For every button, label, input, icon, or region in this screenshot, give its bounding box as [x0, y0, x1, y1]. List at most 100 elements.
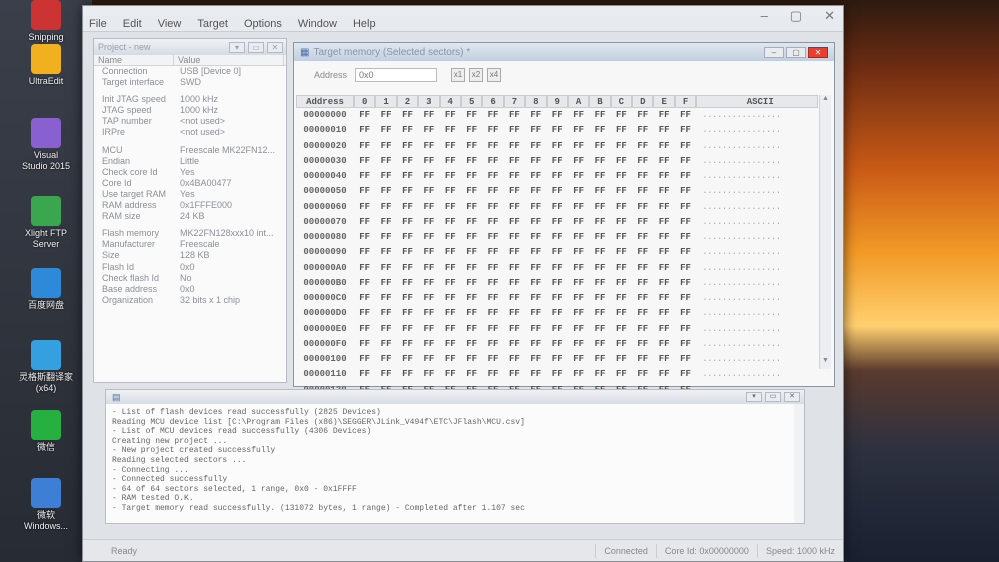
- memory-row[interactable]: 000000D0 FF FF FF FF FF FF FF FF FF FF FF FF FF FF FF FF…: [296, 306, 818, 321]
- memory-byte[interactable]: FF: [589, 154, 610, 169]
- view-byte-icon[interactable]: x1: [451, 68, 466, 82]
- memory-byte[interactable]: FF: [354, 367, 375, 382]
- memory-byte[interactable]: FF: [354, 184, 375, 199]
- memory-byte[interactable]: FF: [440, 306, 461, 321]
- memory-byte[interactable]: FF: [461, 291, 482, 306]
- memory-byte[interactable]: FF: [547, 261, 568, 276]
- menu-help[interactable]: Help: [353, 18, 376, 30]
- memory-byte[interactable]: FF: [568, 230, 589, 245]
- memory-byte[interactable]: FF: [461, 139, 482, 154]
- memory-byte[interactable]: FF: [375, 108, 396, 123]
- memory-byte[interactable]: FF: [653, 276, 674, 291]
- memory-byte[interactable]: FF: [632, 367, 653, 382]
- memory-byte[interactable]: FF: [418, 367, 439, 382]
- memory-byte[interactable]: FF: [504, 276, 525, 291]
- memory-byte[interactable]: FF: [397, 322, 418, 337]
- memory-byte[interactable]: FF: [418, 306, 439, 321]
- memory-byte[interactable]: FF: [632, 169, 653, 184]
- memory-byte[interactable]: FF: [354, 200, 375, 215]
- memory-byte[interactable]: FF: [611, 261, 632, 276]
- memory-byte[interactable]: FF: [547, 337, 568, 352]
- memory-byte[interactable]: FF: [482, 169, 503, 184]
- memory-byte[interactable]: FF: [461, 276, 482, 291]
- memory-byte[interactable]: FF: [418, 123, 439, 138]
- memory-byte[interactable]: FF: [632, 306, 653, 321]
- memory-byte[interactable]: FF: [504, 215, 525, 230]
- memory-byte[interactable]: FF: [375, 123, 396, 138]
- memory-byte[interactable]: FF: [375, 215, 396, 230]
- memory-byte[interactable]: FF: [397, 291, 418, 306]
- property-row[interactable]: Use target RAM Yes: [94, 189, 286, 200]
- memory-byte[interactable]: FF: [653, 230, 674, 245]
- memory-byte[interactable]: FF: [504, 169, 525, 184]
- memory-byte[interactable]: FF: [525, 154, 546, 169]
- memory-byte[interactable]: FF: [440, 108, 461, 123]
- memory-byte[interactable]: FF: [632, 322, 653, 337]
- memory-byte[interactable]: FF: [675, 306, 696, 321]
- memory-byte[interactable]: FF: [440, 230, 461, 245]
- memory-byte[interactable]: FF: [525, 367, 546, 382]
- memory-byte[interactable]: FF: [547, 245, 568, 260]
- memory-byte[interactable]: FF: [568, 139, 589, 154]
- memory-byte[interactable]: FF: [589, 123, 610, 138]
- property-row[interactable]: Check core Id Yes: [94, 167, 286, 178]
- memory-byte[interactable]: FF: [547, 123, 568, 138]
- memory-byte[interactable]: FF: [547, 215, 568, 230]
- memory-byte[interactable]: FF: [504, 261, 525, 276]
- memory-byte[interactable]: FF: [418, 108, 439, 123]
- memory-byte[interactable]: FF: [397, 245, 418, 260]
- memory-byte[interactable]: FF: [375, 169, 396, 184]
- memory-byte[interactable]: FF: [653, 169, 674, 184]
- memory-byte[interactable]: FF: [440, 200, 461, 215]
- memory-byte[interactable]: FF: [375, 291, 396, 306]
- memory-byte[interactable]: FF: [525, 169, 546, 184]
- property-row[interactable]: Flash memory MK22FN128xxx10 int...: [94, 228, 286, 239]
- memory-byte[interactable]: FF: [397, 337, 418, 352]
- memory-byte[interactable]: FF: [525, 215, 546, 230]
- memory-byte[interactable]: FF: [653, 261, 674, 276]
- memory-byte[interactable]: FF: [611, 306, 632, 321]
- memory-byte[interactable]: FF: [461, 169, 482, 184]
- view-word-icon[interactable]: x4: [487, 68, 502, 82]
- memory-row[interactable]: 00000090 FF FF FF FF FF FF FF FF FF FF FF FF FF FF FF FF…: [296, 245, 818, 260]
- property-row[interactable]: Endian Little: [94, 156, 286, 167]
- memory-row[interactable]: 00000080 FF FF FF FF FF FF FF FF FF FF FF FF FF FF FF FF…: [296, 230, 818, 245]
- memory-byte[interactable]: FF: [418, 261, 439, 276]
- menu-view[interactable]: View: [158, 18, 182, 30]
- memory-byte[interactable]: FF: [418, 184, 439, 199]
- memory-byte[interactable]: FF: [568, 306, 589, 321]
- memory-byte[interactable]: FF: [653, 291, 674, 306]
- memory-byte[interactable]: FF: [568, 215, 589, 230]
- memory-byte[interactable]: FF: [354, 169, 375, 184]
- memory-byte[interactable]: FF: [611, 154, 632, 169]
- memory-minimize-icon[interactable]: –: [764, 46, 784, 58]
- memory-row[interactable]: 000000F0 FF FF FF FF FF FF FF FF FF FF FF FF FF FF FF FF…: [296, 337, 818, 352]
- memory-byte[interactable]: FF: [568, 154, 589, 169]
- memory-byte[interactable]: FF: [589, 337, 610, 352]
- memory-byte[interactable]: FF: [525, 108, 546, 123]
- memory-byte[interactable]: FF: [611, 337, 632, 352]
- memory-byte[interactable]: FF: [632, 123, 653, 138]
- memory-byte[interactable]: FF: [418, 215, 439, 230]
- memory-byte[interactable]: FF: [675, 123, 696, 138]
- panel-menu-icon[interactable]: ▾: [229, 41, 245, 53]
- memory-byte[interactable]: FF: [375, 245, 396, 260]
- memory-byte[interactable]: FF: [568, 245, 589, 260]
- memory-byte[interactable]: FF: [632, 215, 653, 230]
- scroll-up-icon[interactable]: ▲: [820, 95, 831, 107]
- memory-byte[interactable]: FF: [461, 306, 482, 321]
- memory-byte[interactable]: FF: [632, 230, 653, 245]
- memory-row[interactable]: 00000060 FF FF FF FF FF FF FF FF FF FF FF FF FF FF FF FF…: [296, 200, 818, 215]
- memory-byte[interactable]: FF: [653, 139, 674, 154]
- log-restore-icon[interactable]: ▭: [765, 392, 781, 402]
- memory-byte[interactable]: FF: [568, 184, 589, 199]
- memory-byte[interactable]: FF: [589, 169, 610, 184]
- memory-byte[interactable]: FF: [504, 108, 525, 123]
- memory-byte[interactable]: FF: [547, 169, 568, 184]
- property-row[interactable]: Manufacturer Freescale: [94, 239, 286, 250]
- memory-byte[interactable]: FF: [525, 352, 546, 367]
- memory-byte[interactable]: FF: [632, 108, 653, 123]
- panel-restore-icon[interactable]: ▭: [248, 41, 264, 53]
- memory-byte[interactable]: FF: [461, 261, 482, 276]
- desktop-shortcut[interactable]: Xlight FTP Server: [4, 196, 88, 250]
